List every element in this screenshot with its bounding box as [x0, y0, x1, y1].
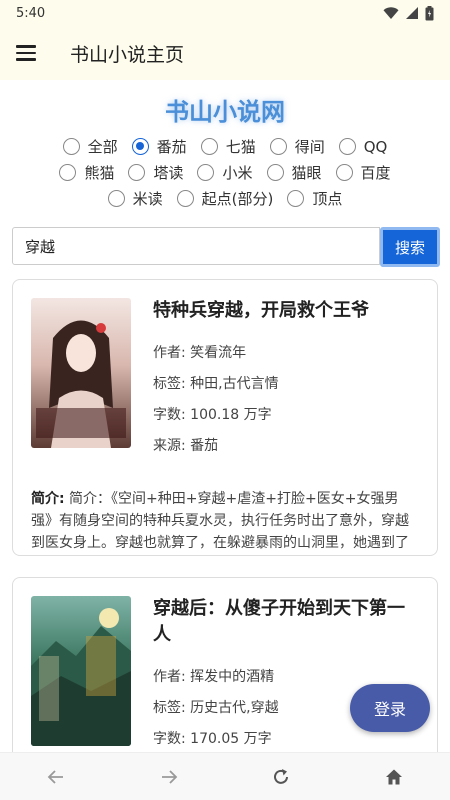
- book-author: 作者: 笑看流年: [153, 345, 247, 362]
- radio-dot-checked[interactable]: [131, 138, 149, 155]
- battery-icon: [425, 5, 434, 20]
- signal-icon: [406, 7, 418, 19]
- menu-icon[interactable]: [16, 41, 40, 65]
- cover-art: [31, 608, 131, 746]
- radio-label: 顶点: [312, 190, 343, 208]
- source-radio-xiongmao[interactable]: 熊猫: [59, 162, 114, 183]
- book-card[interactable]: 特种兵穿越，开局救个王爷 作者: 笑看流年 标签: 种田,古代言情 字数: 10…: [12, 279, 438, 556]
- search-button[interactable]: 搜索: [380, 227, 440, 267]
- source-radio-tadu[interactable]: 塔读: [128, 162, 183, 183]
- source-radio-maoyan[interactable]: 猫眼: [266, 162, 322, 183]
- status-time: 5:40: [16, 5, 46, 21]
- book-title[interactable]: 穿越后：从傻子开始到天下第一人: [153, 596, 419, 648]
- source-radio-midu[interactable]: 米读: [107, 188, 163, 209]
- wifi-icon: [383, 7, 399, 19]
- book-word-count: 字数: 100.18 万字: [153, 407, 272, 424]
- radio-label: QQ: [363, 137, 388, 156]
- radio-label: 百度: [360, 164, 391, 182]
- source-row-2: 熊猫 塔读 小米 猫眼 百度: [0, 162, 450, 183]
- radio-label: 熊猫: [84, 164, 115, 182]
- radio-label: 全部: [87, 138, 118, 156]
- source-radio-qimao[interactable]: 七猫: [200, 136, 256, 157]
- radio-label: 塔读: [153, 164, 184, 182]
- refresh-button[interactable]: [261, 757, 301, 797]
- search-input[interactable]: [12, 227, 380, 265]
- radio-dot[interactable]: [59, 164, 77, 181]
- summary-label: 简介:: [31, 491, 65, 508]
- radio-label: 番茄: [156, 138, 187, 156]
- book-cover-image[interactable]: [31, 298, 131, 448]
- status-bar: 5:40: [0, 0, 450, 26]
- source-radio-xiaomi[interactable]: 小米: [197, 162, 253, 183]
- summary-text: 简介：《空间+种田+穿越+虐渣+打脸+医女+女强男强》有随身空间的特种兵夏水灵，…: [31, 491, 409, 552]
- arrow-left-icon: [47, 769, 64, 784]
- cover-art: [36, 320, 126, 448]
- radio-dot[interactable]: [335, 164, 353, 181]
- source-radio-baidu[interactable]: 百度: [335, 162, 391, 183]
- book-tags: 标签: 种田,古代言情: [153, 376, 279, 393]
- app-bar: 书山小说主页: [0, 26, 450, 80]
- login-button[interactable]: 登录: [350, 684, 430, 732]
- radio-label: 七猫: [225, 138, 256, 156]
- app-title: 书山小说主页: [70, 43, 185, 66]
- source-radio-qidian[interactable]: 起点(部分): [176, 188, 274, 209]
- source-radio-all[interactable]: 全部: [62, 136, 118, 157]
- radio-dot[interactable]: [200, 138, 218, 155]
- radio-dot[interactable]: [197, 164, 215, 181]
- search-bar: 搜索: [12, 227, 440, 267]
- forward-button[interactable]: [149, 757, 189, 797]
- radio-dot[interactable]: [338, 138, 356, 155]
- source-radio-dingdian[interactable]: 顶点: [287, 188, 342, 209]
- radio-dot[interactable]: [128, 164, 146, 181]
- home-button[interactable]: [374, 757, 414, 797]
- radio-label: 米读: [132, 190, 163, 208]
- radio-dot[interactable]: [287, 190, 305, 207]
- book-source: 来源: 番茄: [153, 438, 219, 455]
- source-row-3: 米读 起点(部分) 顶点: [0, 188, 450, 209]
- back-button[interactable]: [36, 757, 76, 797]
- radio-dot[interactable]: [176, 190, 194, 207]
- source-radio-fanqie[interactable]: 番茄: [131, 136, 187, 157]
- book-summary: 简介: 简介：《空间+种田+穿越+虐渣+打脸+医女+女强男强》有随身空间的特种兵…: [31, 488, 419, 554]
- home-icon: [385, 769, 402, 784]
- radio-dot[interactable]: [266, 164, 284, 181]
- source-radio-dejian[interactable]: 得间: [269, 136, 325, 157]
- arrow-right-icon: [161, 769, 178, 784]
- radio-dot[interactable]: [107, 190, 125, 207]
- refresh-icon: [274, 768, 289, 784]
- book-cover-image[interactable]: [31, 596, 131, 746]
- site-title: 书山小说网: [165, 98, 285, 126]
- radio-label: 小米: [222, 164, 253, 182]
- radio-label: 起点(部分): [201, 190, 274, 208]
- bottom-nav-bar: [0, 752, 450, 800]
- radio-label: 得间: [294, 138, 325, 156]
- radio-dot[interactable]: [62, 138, 80, 155]
- radio-dot[interactable]: [269, 138, 287, 155]
- book-title[interactable]: 特种兵穿越，开局救个王爷: [153, 298, 419, 324]
- status-icons: [383, 5, 434, 21]
- source-radio-qq[interactable]: QQ: [338, 136, 388, 157]
- radio-label: 猫眼: [291, 164, 322, 182]
- source-row-1: 全部 番茄 七猫 得间 QQ: [0, 136, 450, 157]
